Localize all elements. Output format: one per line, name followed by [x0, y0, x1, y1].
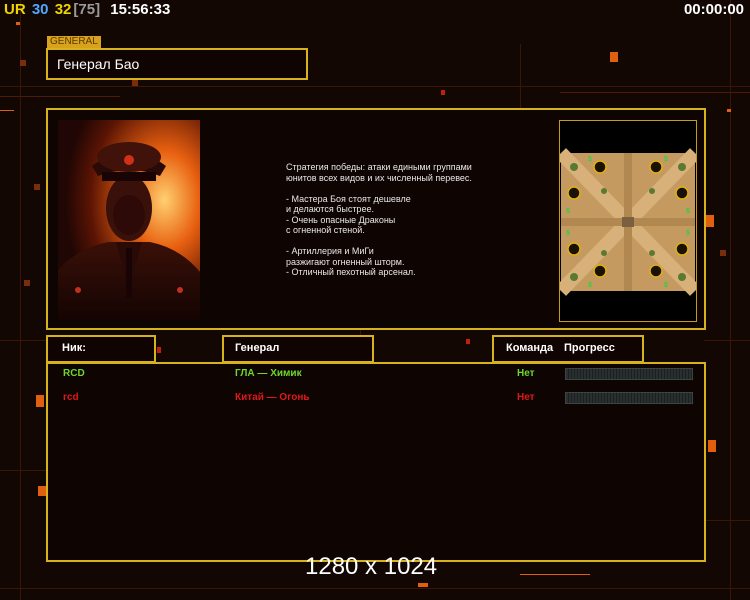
- general-info-panel: Стратегия победы: атаки едиными группами…: [46, 108, 706, 330]
- general-name-box: Генерал Бао: [46, 48, 308, 80]
- players-list: RCD ГЛА — Химик Нет rcd Китай — Огонь Не…: [46, 362, 706, 562]
- player-progress-bar: [565, 392, 693, 404]
- player-general: ГЛА — Химик: [235, 368, 302, 379]
- svg-text:$: $: [686, 208, 690, 215]
- header-team-progress: Команда Прогресс: [492, 335, 644, 363]
- player-team: Нет: [517, 392, 535, 403]
- hud-stats: UR 30 32 [75] 15:56:33: [4, 1, 172, 18]
- general-description: Стратегия победы: атаки едиными группами…: [286, 162, 472, 277]
- player-nick: rcd: [63, 392, 79, 403]
- player-team: Нет: [517, 368, 535, 379]
- player-progress-bar: [565, 368, 693, 380]
- general-portrait: [58, 120, 200, 320]
- svg-text:$: $: [686, 230, 690, 237]
- header-nick: Ник:: [46, 335, 156, 363]
- resolution-label: 1280 x 1024: [305, 553, 438, 580]
- table-row[interactable]: rcd Китай — Огонь Нет: [48, 388, 704, 410]
- general-name: Генерал Бао: [57, 56, 140, 72]
- svg-text:$: $: [664, 282, 668, 289]
- svg-text:$: $: [566, 208, 570, 215]
- player-nick: RCD: [63, 368, 85, 379]
- svg-text:$: $: [566, 230, 570, 237]
- table-row[interactable]: RCD ГЛА — Химик Нет: [48, 364, 704, 386]
- hud-timer: 00:00:00: [683, 1, 744, 18]
- map-preview[interactable]: $ $ $ $ $ $ $ $: [555, 120, 701, 322]
- general-tag: GENERAL: [47, 36, 101, 48]
- hud-badge: UR: [4, 1, 26, 18]
- header-progress-label: Прогресс: [564, 342, 615, 354]
- header-nick-label: Ник:: [62, 342, 86, 354]
- svg-text:$: $: [588, 156, 592, 163]
- header-team-label: Команда: [506, 342, 554, 354]
- hud-stat-1: 30: [31, 1, 49, 18]
- hud-clock: 15:56:33: [110, 1, 171, 18]
- hud-stat-3: [75]: [73, 1, 101, 18]
- hud-stat-2: 32: [54, 1, 72, 18]
- player-general: Китай — Огонь: [235, 392, 310, 403]
- header-general-label: Генерал: [235, 342, 280, 354]
- svg-text:$: $: [664, 156, 668, 163]
- svg-text:$: $: [588, 282, 592, 289]
- header-general: Генерал: [222, 335, 374, 363]
